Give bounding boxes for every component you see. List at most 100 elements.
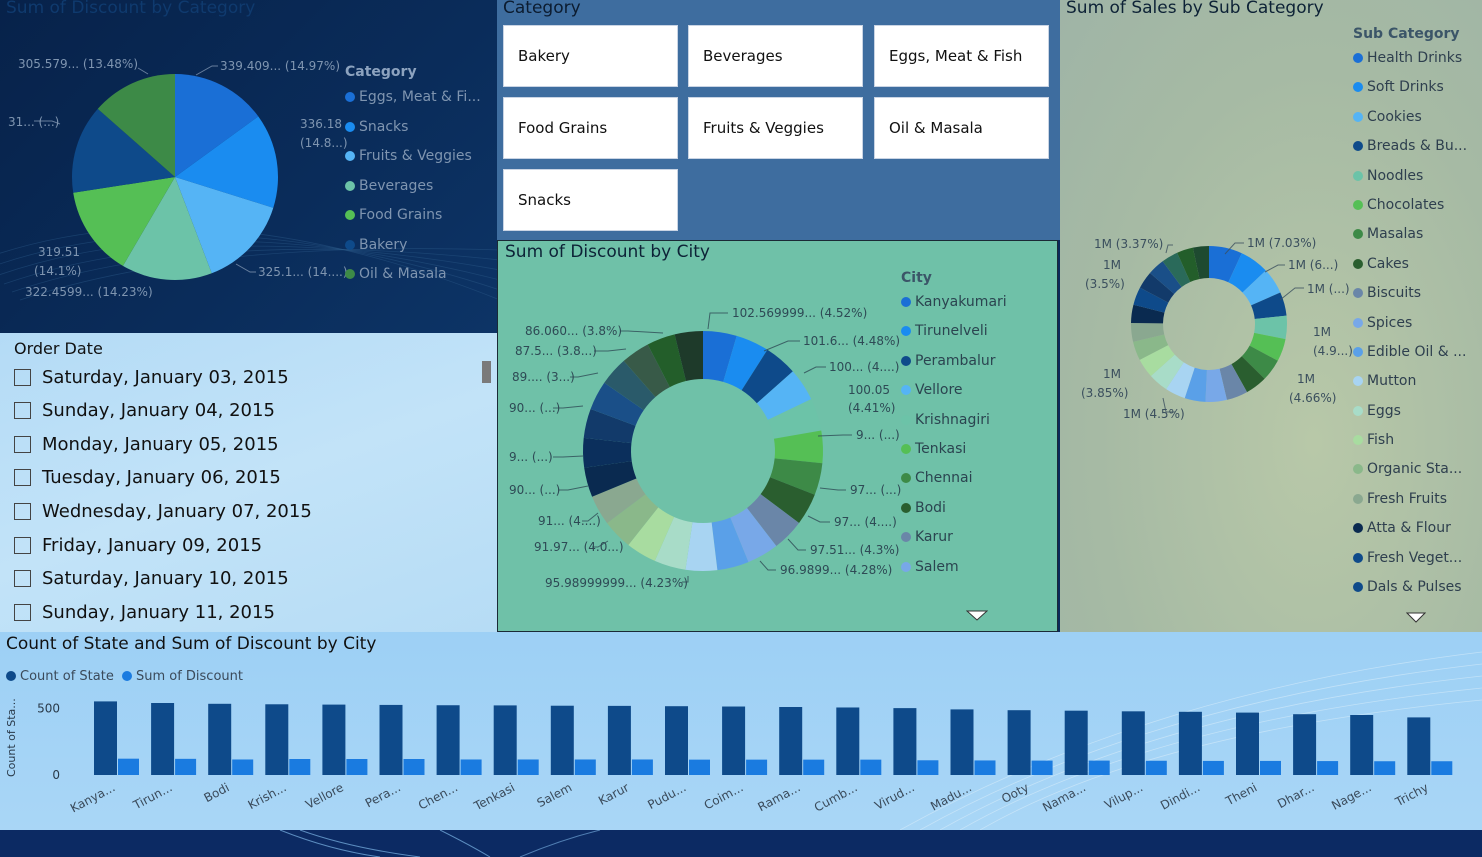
subcategory-legend-item-8[interactable]: Cakes: [1353, 250, 1467, 279]
category-legend-item-6[interactable]: Bakery: [345, 231, 481, 261]
category-button-snacks[interactable]: Snacks: [503, 169, 678, 231]
city-legend-item-9[interactable]: Karur: [901, 523, 1007, 552]
bar-sum-of-discount[interactable]: [1431, 761, 1453, 775]
subcategory-legend-item-14[interactable]: Fish: [1353, 426, 1467, 455]
bar-sum-of-discount[interactable]: [1374, 761, 1396, 775]
bar-sum-of-discount[interactable]: [232, 759, 254, 775]
category-legend-item-2[interactable]: Snacks: [345, 113, 481, 143]
checkbox[interactable]: [14, 603, 31, 621]
order-date-item-7[interactable]: Saturday, January 10, 2015: [14, 564, 289, 594]
order-date-item-3[interactable]: Monday, January 05, 2015: [14, 429, 279, 459]
city-legend-item-5[interactable]: Krishnagiri: [901, 406, 1007, 435]
bar-count-of-state[interactable]: [836, 707, 860, 775]
bar-count-of-state[interactable]: [1121, 711, 1145, 775]
bar-sum-of-discount[interactable]: [974, 760, 996, 775]
subcategory-legend-item-9[interactable]: Biscuits: [1353, 279, 1467, 308]
bar-sum-of-discount[interactable]: [175, 758, 197, 775]
checkbox[interactable]: [14, 570, 31, 588]
subcategory-legend-item-5[interactable]: Noodles: [1353, 162, 1467, 191]
bar-sum-of-discount[interactable]: [403, 759, 425, 775]
city-legend-item-8[interactable]: Bodi: [901, 494, 1007, 523]
bar-count-of-state[interactable]: [550, 705, 574, 775]
checkbox[interactable]: [14, 402, 31, 420]
bar-sum-of-discount[interactable]: [1145, 760, 1167, 775]
bar-sum-of-discount[interactable]: [1260, 760, 1281, 775]
bar-count-of-state[interactable]: [1064, 710, 1088, 775]
subcategory-legend-item-10[interactable]: Spices: [1353, 309, 1467, 338]
category-button-fruits-veggies[interactable]: Fruits & Veggies: [688, 97, 863, 159]
bar-sum-of-discount[interactable]: [689, 759, 710, 775]
city-legend-item-4[interactable]: Vellore: [901, 376, 1007, 405]
city-legend-item-7[interactable]: Chennai: [901, 464, 1007, 493]
bar-count-of-state[interactable]: [1407, 717, 1431, 775]
category-legend-item-5[interactable]: Food Grains: [345, 201, 481, 231]
order-date-item-4[interactable]: Tuesday, January 06, 2015: [14, 463, 281, 493]
checkbox[interactable]: [14, 469, 31, 487]
bar-sum-of-discount[interactable]: [517, 759, 539, 775]
bar-sum-of-discount[interactable]: [460, 759, 482, 775]
category-button-eggs-meat-fish[interactable]: Eggs, Meat & Fish: [874, 25, 1049, 87]
bar-sum-of-discount[interactable]: [1031, 760, 1053, 775]
subcategory-legend-item-3[interactable]: Cookies: [1353, 103, 1467, 132]
bar-count-of-state[interactable]: [322, 704, 346, 775]
bar-sum-of-discount[interactable]: [1202, 760, 1224, 775]
bar-count-of-state[interactable]: [665, 706, 688, 775]
bar-sum-of-discount[interactable]: [574, 759, 596, 775]
subcategory-legend-item-16[interactable]: Fresh Fruits: [1353, 485, 1467, 514]
subcategory-legend-item-13[interactable]: Eggs: [1353, 397, 1467, 426]
bar-sum-of-discount[interactable]: [1317, 761, 1339, 775]
bar-sum-of-discount[interactable]: [860, 759, 882, 775]
bar-sum-of-discount[interactable]: [118, 758, 139, 775]
bar-count-of-state[interactable]: [1236, 712, 1259, 775]
bar-count-of-state[interactable]: [94, 701, 117, 775]
bar-sum-of-discount[interactable]: [917, 760, 939, 775]
order-date-item-8[interactable]: Sunday, January 11, 2015: [14, 597, 275, 627]
subcategory-legend-item-4[interactable]: Breads & Bu...: [1353, 132, 1467, 161]
subcategory-legend-item-11[interactable]: Edible Oil & ...: [1353, 338, 1467, 367]
category-legend-item-1[interactable]: Eggs, Meat & Fi...: [345, 83, 481, 113]
bar-sum-of-discount[interactable]: [746, 759, 768, 775]
bar-count-of-state[interactable]: [1293, 714, 1317, 775]
order-date-scrollbar[interactable]: [482, 361, 491, 383]
bar-count-of-state[interactable]: [265, 704, 289, 775]
bar-count-of-state[interactable]: [493, 705, 517, 775]
subcategory-legend-item-19[interactable]: Dals & Pulses: [1353, 573, 1467, 602]
category-legend-item-4[interactable]: Beverages: [345, 172, 481, 202]
checkbox[interactable]: [14, 536, 31, 554]
city-legend-item-1[interactable]: Kanyakumari: [901, 288, 1007, 317]
subcategory-legend-item-18[interactable]: Fresh Veget...: [1353, 544, 1467, 573]
checkbox[interactable]: [14, 368, 31, 386]
order-date-item-1[interactable]: Saturday, January 03, 2015: [14, 362, 289, 392]
bar-count-of-state[interactable]: [1007, 710, 1031, 775]
subcategory-legend-item-17[interactable]: Atta & Flour: [1353, 514, 1467, 543]
bar-sum-of-discount[interactable]: [1088, 760, 1110, 775]
bar-count-of-state[interactable]: [1350, 715, 1374, 775]
bar-count-of-state[interactable]: [151, 703, 175, 775]
subcategory-legend-item-6[interactable]: Chocolates: [1353, 191, 1467, 220]
bar-sum-of-discount[interactable]: [803, 759, 825, 775]
city-legend-item-10[interactable]: Salem: [901, 553, 1007, 582]
order-date-item-5[interactable]: Wednesday, January 07, 2015: [14, 496, 312, 526]
bar-count-of-state[interactable]: [607, 705, 631, 775]
bar-count-of-state[interactable]: [893, 708, 917, 775]
bar-count-of-state[interactable]: [208, 703, 232, 775]
bar-count-of-state[interactable]: [779, 707, 803, 775]
city-legend-item-3[interactable]: Perambalur: [901, 347, 1007, 376]
category-button-bakery[interactable]: Bakery: [503, 25, 678, 87]
subcategory-legend-item-1[interactable]: Health Drinks: [1353, 44, 1467, 73]
category-button-food-grains[interactable]: Food Grains: [503, 97, 678, 159]
bar-sum-of-discount[interactable]: [346, 759, 368, 775]
bar-sum-of-discount[interactable]: [631, 759, 653, 775]
checkbox[interactable]: [14, 502, 31, 520]
category-legend-item-7[interactable]: Oil & Masala: [345, 260, 481, 290]
subcategory-legend-item-12[interactable]: Mutton: [1353, 367, 1467, 396]
bar-count-of-state[interactable]: [950, 709, 974, 775]
category-legend-item-3[interactable]: Fruits & Veggies: [345, 142, 481, 172]
subcategory-legend-more-icon[interactable]: [1406, 612, 1426, 624]
subcategory-legend-item-15[interactable]: Organic Sta...: [1353, 455, 1467, 484]
bar-count-of-state[interactable]: [722, 706, 746, 775]
checkbox[interactable]: [14, 435, 31, 453]
city-legend-more-icon[interactable]: [966, 610, 988, 622]
order-date-item-6[interactable]: Friday, January 09, 2015: [14, 530, 262, 560]
order-date-item-2[interactable]: Sunday, January 04, 2015: [14, 396, 275, 426]
